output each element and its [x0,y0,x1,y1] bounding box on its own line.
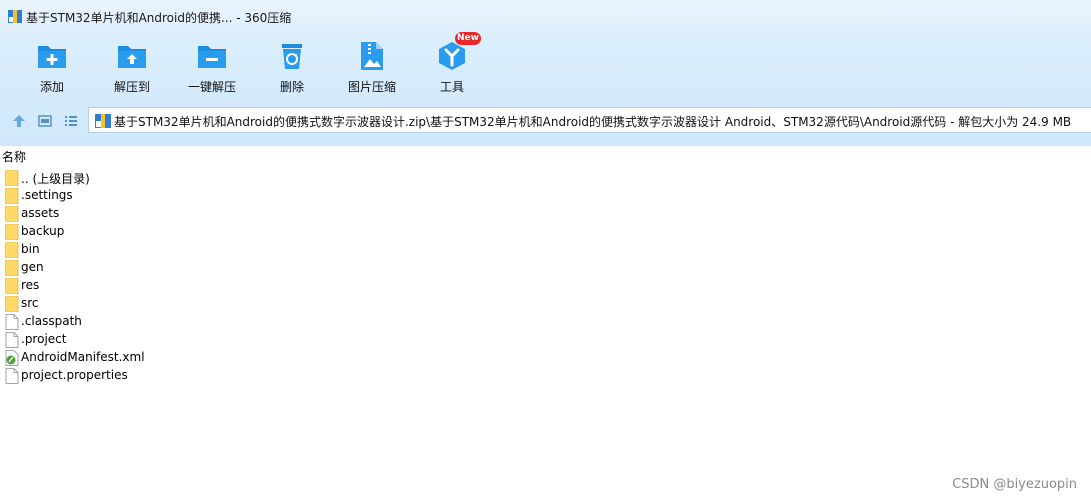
top-toolbar-area: 基于STM32单片机和Android的便携... - 360压缩 添加 解压到 … [0,0,1091,146]
list-item[interactable]: .. (上级目录) [0,169,300,187]
archive-app-icon [8,10,22,23]
list-item-name: .settings [21,188,73,202]
delete-button[interactable]: 删除 [255,38,329,98]
folder-icon [5,224,19,240]
image-compress-icon [361,42,383,70]
list-item[interactable]: .project [0,331,300,349]
list-item-name: .. (上级目录) [21,172,90,186]
extract-to-button[interactable]: 解压到 [95,38,169,98]
folder-icon [5,242,19,258]
add-button[interactable]: 添加 [15,38,89,98]
list-item-name: .project [21,332,67,346]
tools-label: 工具 [439,80,464,94]
folder-icon [5,206,19,222]
folder-icon [5,278,19,294]
list-item[interactable]: .classpath [0,313,300,331]
add-icon [38,46,66,68]
list-view-icon[interactable] [64,114,78,128]
folder-icon [5,260,19,276]
list-item[interactable]: src [0,295,300,313]
list-item[interactable]: project.properties [0,367,300,385]
image-compress-label: 图片压缩 [347,80,396,94]
list-item-name: project.properties [21,368,128,382]
folder-icon [5,188,19,204]
file-icon [5,332,19,348]
path-text: 基于STM32单片机和Android的便携式数字示波器设计.zip\基于STM3… [114,115,1072,129]
list-item-name: gen [21,260,44,274]
title-bar: 基于STM32单片机和Android的便携... - 360压缩 [0,0,1091,32]
list-item-name: res [21,278,40,292]
xml-file-icon [5,350,19,366]
image-compress-button[interactable]: 图片压缩 [335,38,409,98]
list-item-name: AndroidManifest.xml [21,350,145,364]
column-header-name[interactable]: 名称 [2,148,26,165]
extract-to-icon [118,46,146,68]
list-item[interactable]: assets [0,205,300,223]
list-item[interactable]: res [0,277,300,295]
thumbnail-view-icon[interactable] [38,114,52,128]
list-header: 名称 [0,146,1091,164]
list-item-name: assets [21,206,60,220]
watermark: CSDN @biyezuopin [952,477,1077,492]
list-item[interactable]: AndroidManifest.xml [0,349,300,367]
path-bar[interactable]: 基于STM32单片机和Android的便携式数字示波器设计.zip\基于STM3… [88,107,1091,133]
list-item[interactable]: backup [0,223,300,241]
one-click-extract-label: 一键解压 [187,80,236,94]
extract-to-label: 解压到 [113,80,150,94]
list-item[interactable]: bin [0,241,300,259]
delete-icon [282,44,302,69]
delete-label: 删除 [279,80,304,94]
new-badge: New [455,32,481,45]
list-item-name: src [21,296,39,310]
file-icon [5,368,19,384]
folder-icon [5,170,19,186]
tools-button[interactable]: 工具 [415,38,489,98]
list-item[interactable]: .settings [0,187,300,205]
list-item[interactable]: gen [0,259,300,277]
up-arrow-icon[interactable] [12,114,26,128]
folder-icon [5,296,19,312]
archive-icon [95,114,111,128]
list-item-name: .classpath [21,314,82,328]
window-title: 基于STM32单片机和Android的便携... - 360压缩 [26,11,292,25]
one-click-extract-button[interactable]: 一键解压 [175,38,249,98]
one-click-extract-icon [198,46,226,68]
add-label: 添加 [39,80,64,94]
file-icon [5,314,19,330]
list-item-name: bin [21,242,40,256]
list-item-name: backup [21,224,65,238]
